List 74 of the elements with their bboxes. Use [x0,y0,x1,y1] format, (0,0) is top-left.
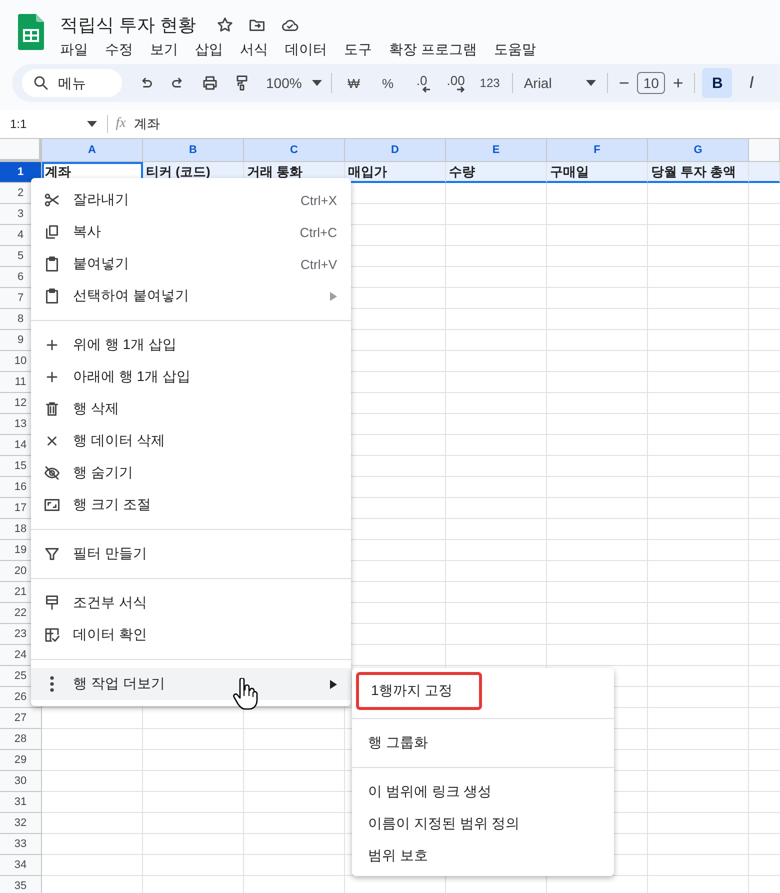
clipboard-icon [43,255,61,273]
document-title[interactable]: 적립식 투자 현황 [60,13,196,37]
zoom-dropdown[interactable]: 100% [266,75,322,91]
trash-icon [43,400,61,418]
formula-field[interactable]: 계좌 [134,115,160,133]
menu-item[interactable]: 수정 [105,41,133,59]
decrease-size-button[interactable]: − [614,72,634,94]
caret-icon [586,80,596,86]
row-header[interactable]: 29 [0,750,42,771]
increase-size-button[interactable]: + [668,72,688,94]
print-icon[interactable] [201,74,219,92]
italic-button[interactable]: I [736,68,766,98]
row-header[interactable]: 1 [0,162,42,183]
left-arrow-icon [422,86,432,93]
table-cell: 수량 [446,162,547,183]
menu-item[interactable]: 도움말 [494,41,536,59]
row-header[interactable]: 32 [0,813,42,834]
menu-item[interactable]: 이름이 지정된 범위 정의 [352,808,614,840]
menu-item[interactable]: 보기 [150,41,178,59]
bold-button[interactable]: B [702,68,732,98]
menu-item[interactable]: 도구 [344,41,372,59]
sheets-logo-icon[interactable] [18,14,44,50]
menu-item[interactable]: 이 범위에 링크 생성 [352,776,614,808]
column-header[interactable]: E [446,139,547,162]
filter-icon [43,545,61,563]
column-header[interactable]: C [244,139,345,162]
name-box[interactable]: 1:1 [0,117,97,131]
row-header[interactable]: 34 [0,855,42,876]
format-button[interactable]: ₩ [338,69,369,97]
paint-roller-icon [43,594,61,612]
format-button[interactable]: .0 [406,69,437,97]
copy-icon [43,223,61,241]
format-button[interactable]: % [372,69,403,97]
menu-item[interactable]: 1행까지 고정 [356,672,482,710]
font-dropdown[interactable]: Arial [520,75,600,91]
menu-item[interactable]: 서식 [240,41,268,59]
column-header[interactable]: F [547,139,648,162]
row-header[interactable]: 30 [0,771,42,792]
table-cell: 구매일 [547,162,648,183]
column-header[interactable]: D [345,139,446,162]
menu-item[interactable]: 파일 [60,41,88,59]
column-header[interactable]: G [648,139,749,162]
more-vertical-icon [50,676,54,692]
resize-icon [43,496,61,514]
menu-item[interactable]: 행 작업 더보기 [31,668,351,700]
format-button[interactable]: 123 [474,69,505,97]
column-header[interactable]: A [42,139,143,162]
format-button[interactable]: .00 [440,69,471,97]
row-header[interactable]: 33 [0,834,42,855]
caret-icon [312,80,322,86]
menu-item[interactable]: 데이터 [285,41,327,59]
scissors-icon [43,191,61,209]
row-header[interactable]: 27 [0,708,42,729]
font-size-field[interactable]: 10 [637,72,665,94]
checklist-icon [43,626,61,644]
menu-item[interactable]: 범위 보호 [352,840,614,872]
row-header[interactable]: 31 [0,792,42,813]
eye-slash-icon [43,464,61,482]
star-icon[interactable] [216,16,234,34]
right-arrow-icon [456,86,466,93]
menu-item[interactable]: 확장 프로그램 [389,41,477,59]
column-header[interactable]: B [143,139,244,162]
clipboard-icon [43,287,61,305]
fx-label: fx [116,116,126,132]
row-header[interactable]: 35 [0,876,42,893]
menu-item[interactable]: 삽입 [195,41,223,59]
table-cell: 매입가 [345,162,446,183]
search-field[interactable]: 메뉴 [22,69,122,97]
table-cell: 당월 투자 총액 [648,162,749,183]
search-icon [32,74,50,92]
menu-item[interactable]: 행 그룹화 [352,727,614,759]
row-header[interactable]: 28 [0,729,42,750]
caret-icon [86,121,97,127]
table-cell [749,162,780,183]
